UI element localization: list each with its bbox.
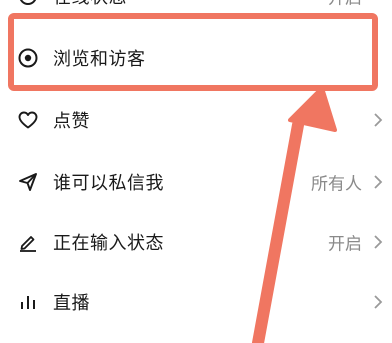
menu-item-label: 在线状态: [53, 0, 127, 9]
menu-item-live[interactable]: 直播: [0, 272, 392, 332]
menu-item-label: 正在输入状态: [53, 233, 164, 254]
menu-item-value: 所有人: [311, 174, 362, 195]
menu-item-label: 谁可以私信我: [53, 173, 164, 194]
circle-status-icon: [17, 0, 39, 7]
menu-item-label: 点赞: [53, 111, 90, 132]
pencil-icon: [17, 231, 39, 253]
bar-chart-icon: [17, 291, 39, 313]
menu-item-value: 开启: [328, 0, 362, 9]
menu-item-who-can-message[interactable]: 谁可以私信我 所有人: [0, 152, 392, 212]
paper-plane-icon: [17, 171, 39, 193]
chevron-right-icon: [372, 294, 384, 310]
chevron-right-icon: [372, 112, 384, 128]
menu-item-label: 直播: [53, 293, 90, 314]
menu-item-typing-status[interactable]: 正在输入状态 开启: [0, 212, 392, 272]
chevron-right-icon: [372, 234, 384, 250]
menu-item-likes[interactable]: 点赞: [0, 90, 392, 150]
menu-item-online-status[interactable]: 在线状态 开启: [0, 0, 392, 26]
settings-screen: 在线状态 开启 浏览和访客 点赞 谁可以: [0, 0, 392, 343]
menu-item-browse-visitors[interactable]: 浏览和访客: [0, 28, 392, 88]
chevron-right-icon: [372, 174, 384, 190]
menu-item-label: 浏览和访客: [53, 49, 146, 70]
eye-icon: [17, 47, 39, 69]
menu-item-value: 开启: [328, 234, 362, 255]
heart-icon: [17, 109, 39, 131]
